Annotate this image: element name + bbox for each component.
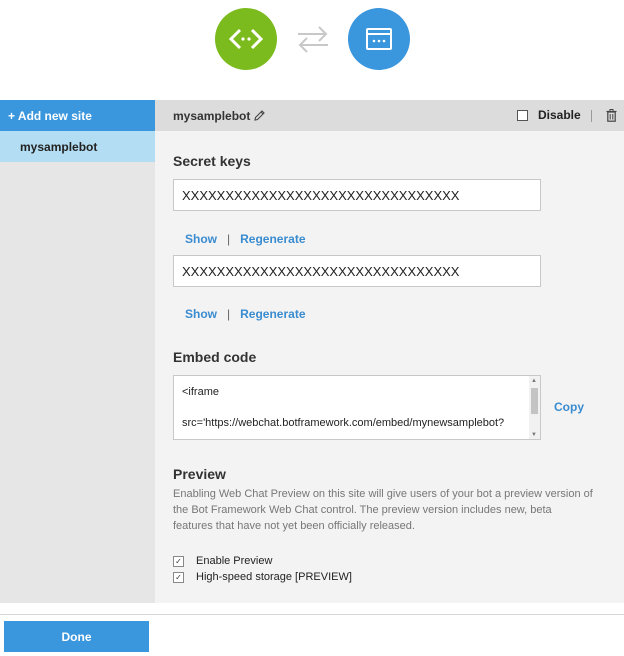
link-separator: | — [227, 232, 231, 246]
code-brackets-icon — [228, 28, 264, 50]
high-speed-storage-checkbox[interactable]: ✓ High-speed storage [PREVIEW] — [173, 571, 352, 583]
disable-checkbox-box[interactable] — [517, 109, 528, 121]
secret-key-2-actions: Show | Regenerate — [185, 307, 306, 321]
check-icon[interactable]: ✓ — [173, 555, 184, 567]
secret-key-field-1[interactable]: XXXXXXXXXXXXXXXXXXXXXXXXXXXXXXXX — [173, 179, 541, 211]
swap-arrows-icon — [298, 26, 328, 53]
browser-window-icon — [366, 28, 392, 50]
site-header-bar: mysamplebot Disable — [155, 100, 624, 131]
high-speed-storage-label: High-speed storage [PREVIEW] — [196, 571, 352, 583]
regenerate-key-1-link[interactable]: Regenerate — [240, 232, 305, 246]
site-settings-panel: mysamplebot Disable Secret keys XXXXXXXX… — [155, 100, 624, 603]
regenerate-key-2-link[interactable]: Regenerate — [240, 307, 305, 321]
show-key-2-link[interactable]: Show — [185, 307, 217, 321]
done-button[interactable]: Done — [4, 621, 149, 652]
disable-checkbox[interactable]: Disable — [517, 108, 581, 122]
secret-keys-heading: Secret keys — [173, 153, 251, 169]
preview-description: Enabling Web Chat Preview on this site w… — [173, 488, 593, 532]
footer-divider — [0, 614, 624, 615]
embed-code-heading: Embed code — [173, 349, 257, 365]
pencil-icon[interactable] — [253, 109, 266, 122]
bot-icon — [215, 8, 277, 70]
header-divider — [591, 110, 592, 122]
disable-label: Disable — [538, 108, 581, 122]
embed-code-textarea[interactable]: <iframe src='https://webchat.botframewor… — [173, 375, 541, 440]
enable-preview-checkbox[interactable]: ✓ Enable Preview — [173, 555, 272, 567]
embed-code-line-1: <iframe — [182, 386, 219, 398]
secret-key-1-actions: Show | Regenerate — [185, 232, 306, 246]
link-separator: | — [227, 307, 231, 321]
add-new-site-button[interactable]: + Add new site — [0, 100, 155, 131]
scroll-thumb[interactable] — [531, 388, 538, 414]
embed-code-line-2: src='https://webchat.botframework.com/em… — [182, 417, 505, 429]
trash-icon[interactable] — [606, 109, 617, 122]
site-name: mysamplebot — [173, 108, 251, 123]
sidebar: + Add new site mysamplebot — [0, 100, 155, 603]
embed-scrollbar[interactable]: ▲ ▼ — [529, 376, 540, 439]
copy-embed-code-link[interactable]: Copy — [554, 400, 584, 414]
show-key-1-link[interactable]: Show — [185, 232, 217, 246]
preview-heading: Preview — [173, 466, 226, 482]
scroll-down-icon[interactable]: ▼ — [531, 432, 537, 438]
sidebar-item-mysamplebot[interactable]: mysamplebot — [0, 131, 155, 162]
secret-key-field-2[interactable]: XXXXXXXXXXXXXXXXXXXXXXXXXXXXXXXX — [173, 255, 541, 287]
enable-preview-label: Enable Preview — [196, 555, 273, 567]
scroll-up-icon[interactable]: ▲ — [531, 378, 537, 384]
web-chat-icon — [348, 8, 410, 70]
check-icon[interactable]: ✓ — [173, 571, 184, 583]
